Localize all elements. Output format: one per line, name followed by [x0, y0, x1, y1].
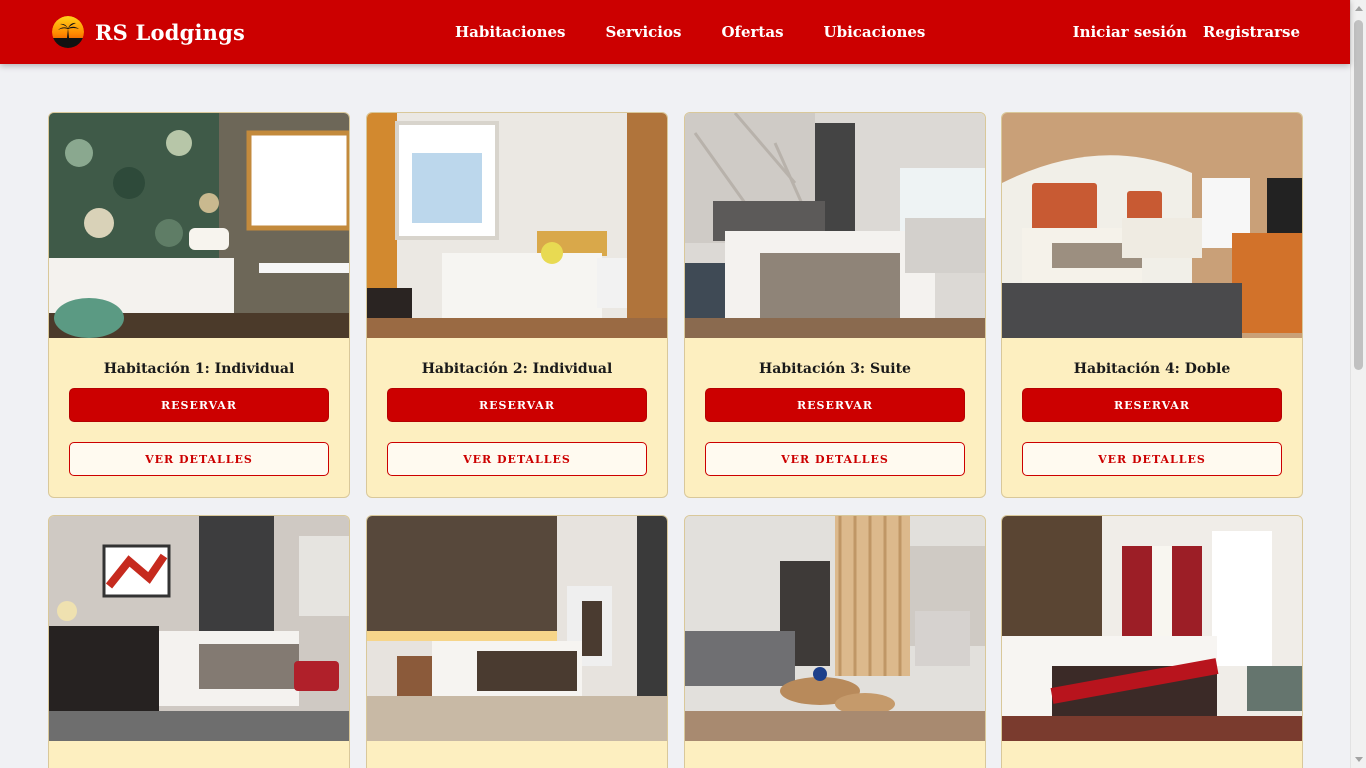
room-card: Habitación 2: Individual RESERVAR VER DE…: [366, 112, 668, 498]
hotel-room-photo: [49, 516, 349, 741]
reserve-button[interactable]: RESERVAR: [387, 388, 647, 422]
brand-name: RS Lodgings: [95, 19, 246, 45]
details-button[interactable]: VER DETALLES: [705, 442, 965, 476]
brand-link[interactable]: RS Lodgings: [52, 16, 245, 48]
details-button[interactable]: VER DETALLES: [1022, 442, 1282, 476]
hotel-room-photo: [49, 113, 349, 338]
room-title: Habitación 3: Suite: [759, 361, 911, 377]
page-scrollbar[interactable]: [1350, 0, 1366, 768]
hotel-room-photo: [1002, 113, 1302, 338]
room-title: Habitación 4: Doble: [1073, 361, 1231, 377]
reserve-button[interactable]: RESERVAR: [69, 388, 329, 422]
nav-ofertas[interactable]: Ofertas: [721, 23, 783, 41]
room-title: Habitación 1: Individual: [103, 361, 295, 377]
reserve-button[interactable]: RESERVAR: [705, 388, 965, 422]
sunset-palm-logo-icon: [52, 16, 84, 48]
reserve-button[interactable]: RESERVAR: [1022, 388, 1282, 422]
room-card: [48, 515, 350, 768]
room-title: Habitación 2: Individual: [421, 361, 613, 377]
scroll-down-arrow-icon[interactable]: [1355, 757, 1363, 762]
hotel-room-photo: [685, 113, 985, 338]
register-link[interactable]: Registrarse: [1203, 23, 1300, 41]
room-card: [1001, 515, 1303, 768]
details-button[interactable]: VER DETALLES: [69, 442, 329, 476]
room-card: Habitación 4: Doble RESERVAR VER DETALLE…: [1001, 112, 1303, 498]
nav-ubicaciones[interactable]: Ubicaciones: [824, 23, 926, 41]
details-button[interactable]: VER DETALLES: [387, 442, 647, 476]
scrollbar-thumb[interactable]: [1354, 20, 1363, 370]
room-card: Habitación 1: Individual RESERVAR VER DE…: [48, 112, 350, 498]
room-card: [684, 515, 986, 768]
hotel-room-photo: [367, 516, 667, 741]
room-card: [366, 515, 668, 768]
nav-habitaciones[interactable]: Habitaciones: [455, 23, 565, 41]
room-card: Habitación 3: Suite RESERVAR VER DETALLE…: [684, 112, 986, 498]
login-link[interactable]: Iniciar sesión: [1073, 23, 1187, 41]
main-nav: Habitaciones Servicios Ofertas Ubicacion…: [455, 0, 965, 64]
hotel-room-photo: [685, 516, 985, 741]
top-navbar: RS Lodgings Habitaciones Servicios Ofert…: [0, 0, 1350, 64]
scroll-up-arrow-icon[interactable]: [1355, 6, 1363, 11]
hotel-room-photo: [1002, 516, 1302, 741]
nav-servicios[interactable]: Servicios: [605, 23, 681, 41]
hotel-room-photo: [367, 113, 667, 338]
auth-links: Iniciar sesión Registrarse: [1073, 0, 1300, 64]
